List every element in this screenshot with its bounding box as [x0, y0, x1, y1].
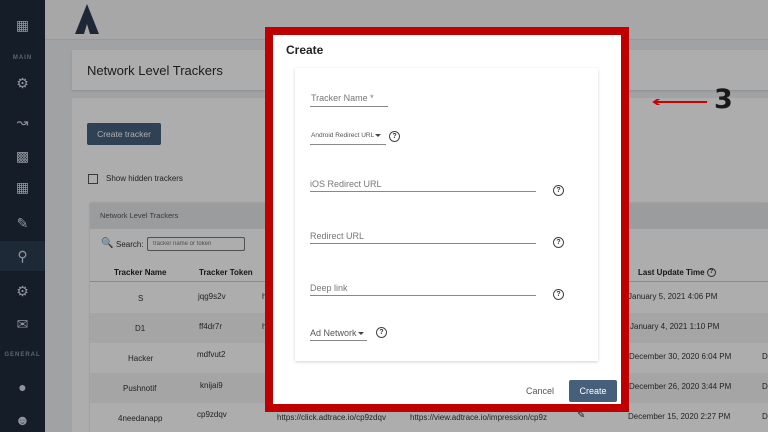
android-redirect-underline: [310, 144, 386, 145]
help-icon[interactable]: ?: [389, 131, 400, 142]
help-icon[interactable]: ?: [553, 185, 564, 196]
dialog-title: Create: [286, 43, 324, 57]
ios-redirect-field-label: iOS Redirect URL: [310, 179, 382, 189]
ad-network-label: Ad Network: [310, 328, 357, 338]
dialog-form-card: [295, 68, 598, 361]
android-redirect-select[interactable]: Android Redirect URL: [311, 132, 382, 139]
annotation-step-number: 3: [714, 84, 733, 115]
ios-redirect-field[interactable]: [310, 191, 536, 192]
chevron-down-icon: [375, 133, 382, 137]
deep-link-field-label: Deep link: [310, 283, 348, 293]
deep-link-field[interactable]: [310, 295, 536, 296]
ad-network-select[interactable]: Ad Network: [310, 328, 364, 338]
help-icon[interactable]: ?: [376, 327, 387, 338]
help-icon[interactable]: ?: [553, 237, 564, 248]
android-redirect-label: Android Redirect URL: [311, 132, 375, 139]
cancel-button[interactable]: Cancel: [518, 382, 562, 400]
chevron-down-icon: [357, 332, 364, 336]
annotation-arrow-icon: [652, 99, 707, 105]
help-icon[interactable]: ?: [553, 289, 564, 300]
redirect-url-field-label: Redirect URL: [310, 231, 365, 241]
ad-network-underline: [310, 340, 367, 341]
tracker-name-field[interactable]: [310, 106, 388, 107]
tracker-name-field-label: Tracker Name *: [311, 93, 374, 103]
create-button[interactable]: Create: [569, 380, 617, 402]
redirect-url-field[interactable]: [310, 243, 536, 244]
